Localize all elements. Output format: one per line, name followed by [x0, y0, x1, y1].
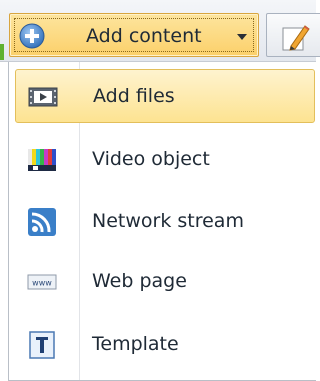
edit-button[interactable] — [266, 13, 320, 57]
add-content-label: Add content — [86, 25, 202, 47]
add-content-button[interactable]: Add content — [9, 13, 259, 57]
menu-item-label: Network stream — [92, 210, 244, 232]
menu-item-label: Add files — [93, 85, 175, 107]
www-icon: www — [27, 274, 57, 290]
menu-item-label: Template — [92, 333, 179, 355]
menu-item-add-files[interactable]: Add files — [15, 69, 315, 123]
caret-down-icon[interactable] — [237, 34, 247, 40]
menu-item-template[interactable]: Template — [15, 318, 315, 372]
menu-item-label: Video object — [92, 148, 210, 170]
svg-text:www: www — [32, 279, 52, 288]
film-icon — [28, 87, 58, 107]
plus-circle-icon — [19, 23, 45, 49]
add-content-menu: Add files Video object Network stream ww… — [8, 62, 316, 381]
menu-item-web-page[interactable]: www Web page — [15, 255, 315, 309]
template-t-icon — [29, 331, 55, 359]
menu-item-label: Web page — [92, 270, 187, 292]
rss-icon — [28, 208, 56, 236]
green-indicator — [0, 44, 4, 60]
menu-item-network-stream[interactable]: Network stream — [15, 195, 315, 249]
menu-item-video-object[interactable]: Video object — [15, 133, 315, 187]
color-bars-icon — [28, 149, 56, 171]
pencil-icon — [282, 25, 310, 51]
